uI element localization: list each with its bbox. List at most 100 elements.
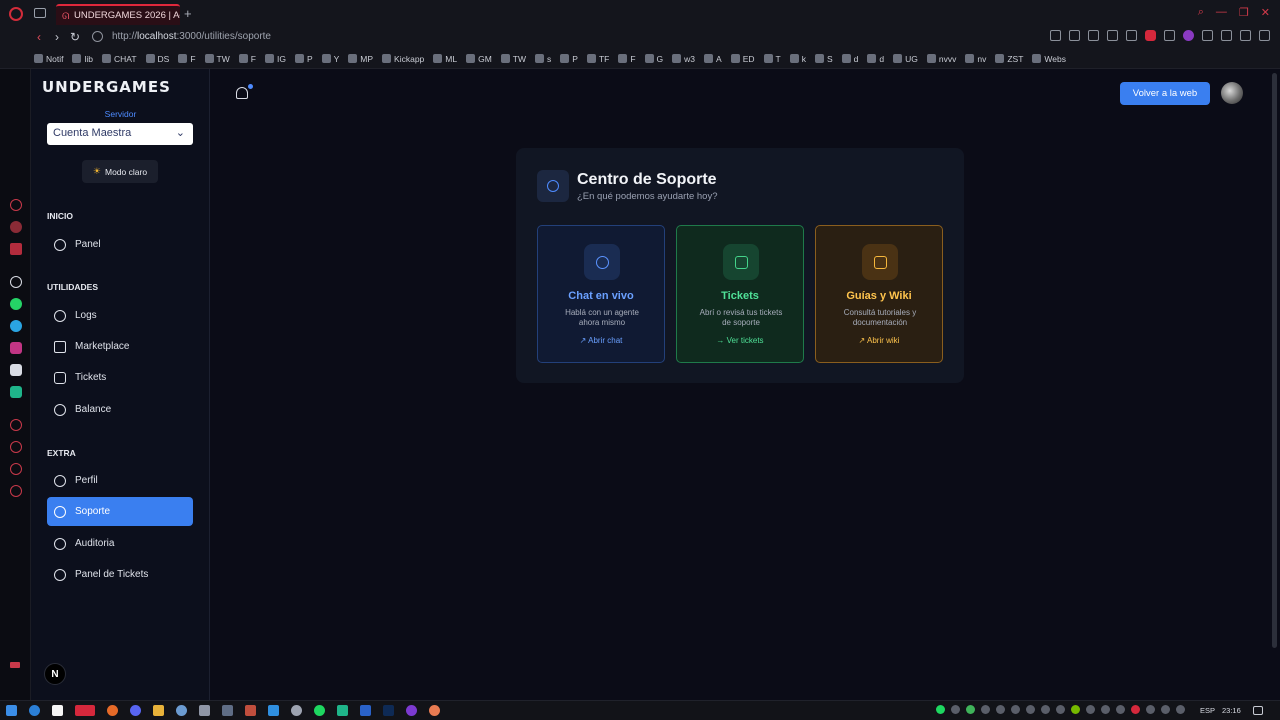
url-field[interactable]: http://localhost:3000/utilities/soporte — [112, 31, 271, 42]
app-icon[interactable] — [176, 705, 187, 716]
bookmark-item[interactable]: d — [841, 54, 858, 64]
twitch-icon[interactable] — [10, 243, 22, 255]
maximize-button[interactable]: ❐ — [1239, 6, 1249, 19]
sidebar-item-panel[interactable]: Panel — [47, 230, 193, 259]
app-icon[interactable] — [222, 705, 233, 716]
minimize-button[interactable]: — — [1216, 6, 1227, 19]
bookmark-item[interactable]: ZST — [995, 54, 1023, 64]
tray-icon[interactable] — [1101, 705, 1110, 714]
extension-icon[interactable] — [1183, 30, 1194, 41]
tray-icon[interactable] — [1146, 705, 1155, 714]
bookmark-item[interactable]: s — [535, 54, 551, 64]
bookmark-item[interactable]: G — [644, 54, 663, 64]
bookmark-item[interactable]: GM — [466, 54, 492, 64]
tray-volume-icon[interactable] — [1041, 705, 1050, 714]
bookmark-item[interactable]: S — [814, 54, 833, 64]
bookmark-item[interactable]: TF — [586, 54, 609, 64]
sidebar-item-tickets[interactable]: Tickets — [47, 363, 193, 392]
bookmark-item[interactable]: Y — [321, 54, 339, 64]
play-icon[interactable] — [1107, 30, 1118, 41]
sidebar-item-marketplace[interactable]: Marketplace — [47, 332, 193, 361]
shield-icon[interactable] — [1088, 30, 1099, 41]
sidebar-item-auditoria[interactable]: Auditoria — [47, 529, 193, 558]
spotify-icon[interactable] — [10, 386, 22, 398]
tray-wifi-icon[interactable] — [1086, 705, 1095, 714]
tray-steam-icon[interactable] — [1116, 705, 1125, 714]
sync-icon[interactable] — [1164, 30, 1175, 41]
avatar[interactable] — [1221, 82, 1243, 104]
gx-icon[interactable] — [10, 662, 20, 668]
settings-taskbar-icon[interactable] — [291, 705, 302, 716]
settings-icon[interactable] — [10, 485, 22, 497]
bookmark-item[interactable]: k — [789, 54, 806, 64]
sidebar-item-perfil[interactable]: Perfil — [47, 466, 193, 495]
app-icon[interactable] — [337, 705, 348, 716]
discord-taskbar-icon[interactable] — [130, 705, 141, 716]
tray-icon[interactable] — [1026, 705, 1035, 714]
tray-icon[interactable] — [1161, 705, 1170, 714]
opera-logo-icon[interactable] — [9, 7, 23, 21]
close-window-button[interactable]: ✕ — [1261, 6, 1270, 19]
menu-icon[interactable] — [1259, 30, 1270, 41]
bookmark-item[interactable]: IG — [264, 54, 286, 64]
tray-mic-icon[interactable] — [996, 705, 1005, 714]
bookmark-item[interactable]: TW — [500, 54, 526, 64]
photoshop-icon[interactable] — [383, 705, 394, 716]
sidebar-item-balance[interactable]: Balance — [47, 395, 193, 424]
tray-spotify-icon[interactable] — [936, 705, 945, 714]
terminal-icon[interactable] — [199, 705, 210, 716]
keyboard-language[interactable]: ESP — [1200, 706, 1215, 715]
sidebar-item-soporte[interactable]: Soporte — [47, 497, 193, 526]
bookmark-item[interactable]: F — [618, 54, 636, 64]
sidebar-item-panel-tickets[interactable]: Panel de Tickets — [47, 560, 193, 589]
tab-island-icon[interactable] — [34, 8, 46, 18]
telegram-icon[interactable] — [10, 320, 22, 332]
bookmark-item[interactable]: TW — [204, 54, 230, 64]
server-select[interactable]: Cuenta Maestra ⌄ — [47, 123, 193, 145]
heart-icon[interactable] — [1126, 30, 1137, 41]
tray-icon[interactable] — [1131, 705, 1140, 714]
live-chat-option[interactable]: Chat en vivo Hablá con un agente ahora m… — [537, 225, 665, 363]
bookmark-item[interactable]: lib — [72, 54, 93, 64]
clock[interactable]: 23:16 — [1222, 706, 1241, 715]
extensions-puzzle-icon[interactable] — [1202, 30, 1213, 41]
bookmark-item[interactable]: UG — [893, 54, 918, 64]
open-chat-link[interactable]: ↗ Abrir chat — [538, 336, 664, 345]
history-icon[interactable] — [10, 441, 22, 453]
bookmark-item[interactable]: MP — [348, 54, 373, 64]
extensions-icon[interactable] — [10, 463, 22, 475]
forward-nav-button[interactable]: › — [55, 30, 59, 44]
bookmark-item[interactable]: T — [763, 54, 781, 64]
app-icon[interactable] — [406, 705, 417, 716]
reload-button[interactable]: ↻ — [70, 30, 80, 44]
bookmark-item[interactable]: CHAT — [102, 54, 137, 64]
tray-icon[interactable] — [981, 705, 990, 714]
tray-icon[interactable] — [1176, 705, 1185, 714]
light-mode-button[interactable]: ☀ Modo claro — [82, 160, 158, 183]
edge-icon[interactable] — [29, 705, 40, 716]
app-icon[interactable] — [360, 705, 371, 716]
chatgpt-icon[interactable] — [10, 276, 22, 288]
site-info-icon[interactable] — [92, 31, 103, 42]
tickets-option[interactable]: Tickets Abrí o revisá tus tickets de sop… — [676, 225, 804, 363]
player-icon[interactable] — [10, 419, 22, 431]
pin-icon[interactable] — [1050, 30, 1061, 41]
adblock-extension-icon[interactable] — [1145, 30, 1156, 41]
snapshot-icon[interactable] — [1069, 30, 1080, 41]
open-wiki-link[interactable]: ↗ Abrir wiki — [816, 336, 942, 345]
notepad-icon[interactable] — [52, 705, 63, 716]
bookmark-item[interactable]: w3 — [672, 54, 695, 64]
bookmark-item[interactable]: P — [560, 54, 578, 64]
instagram-icon[interactable] — [10, 342, 22, 354]
view-tickets-link[interactable]: → Ver tickets — [677, 336, 803, 345]
back-nav-button[interactable]: ‹ — [37, 30, 41, 44]
bookmark-item[interactable]: ED — [730, 54, 755, 64]
tray-icon[interactable] — [1011, 705, 1020, 714]
bookmark-item[interactable]: ML — [433, 54, 457, 64]
scrollbar[interactable] — [1272, 73, 1277, 648]
bookmark-item[interactable]: nvvv — [926, 54, 956, 64]
spotify-taskbar-icon[interactable] — [314, 705, 325, 716]
bookmark-item[interactable]: F — [238, 54, 256, 64]
bookmark-item[interactable]: nv — [965, 54, 986, 64]
tray-icon[interactable] — [966, 705, 975, 714]
